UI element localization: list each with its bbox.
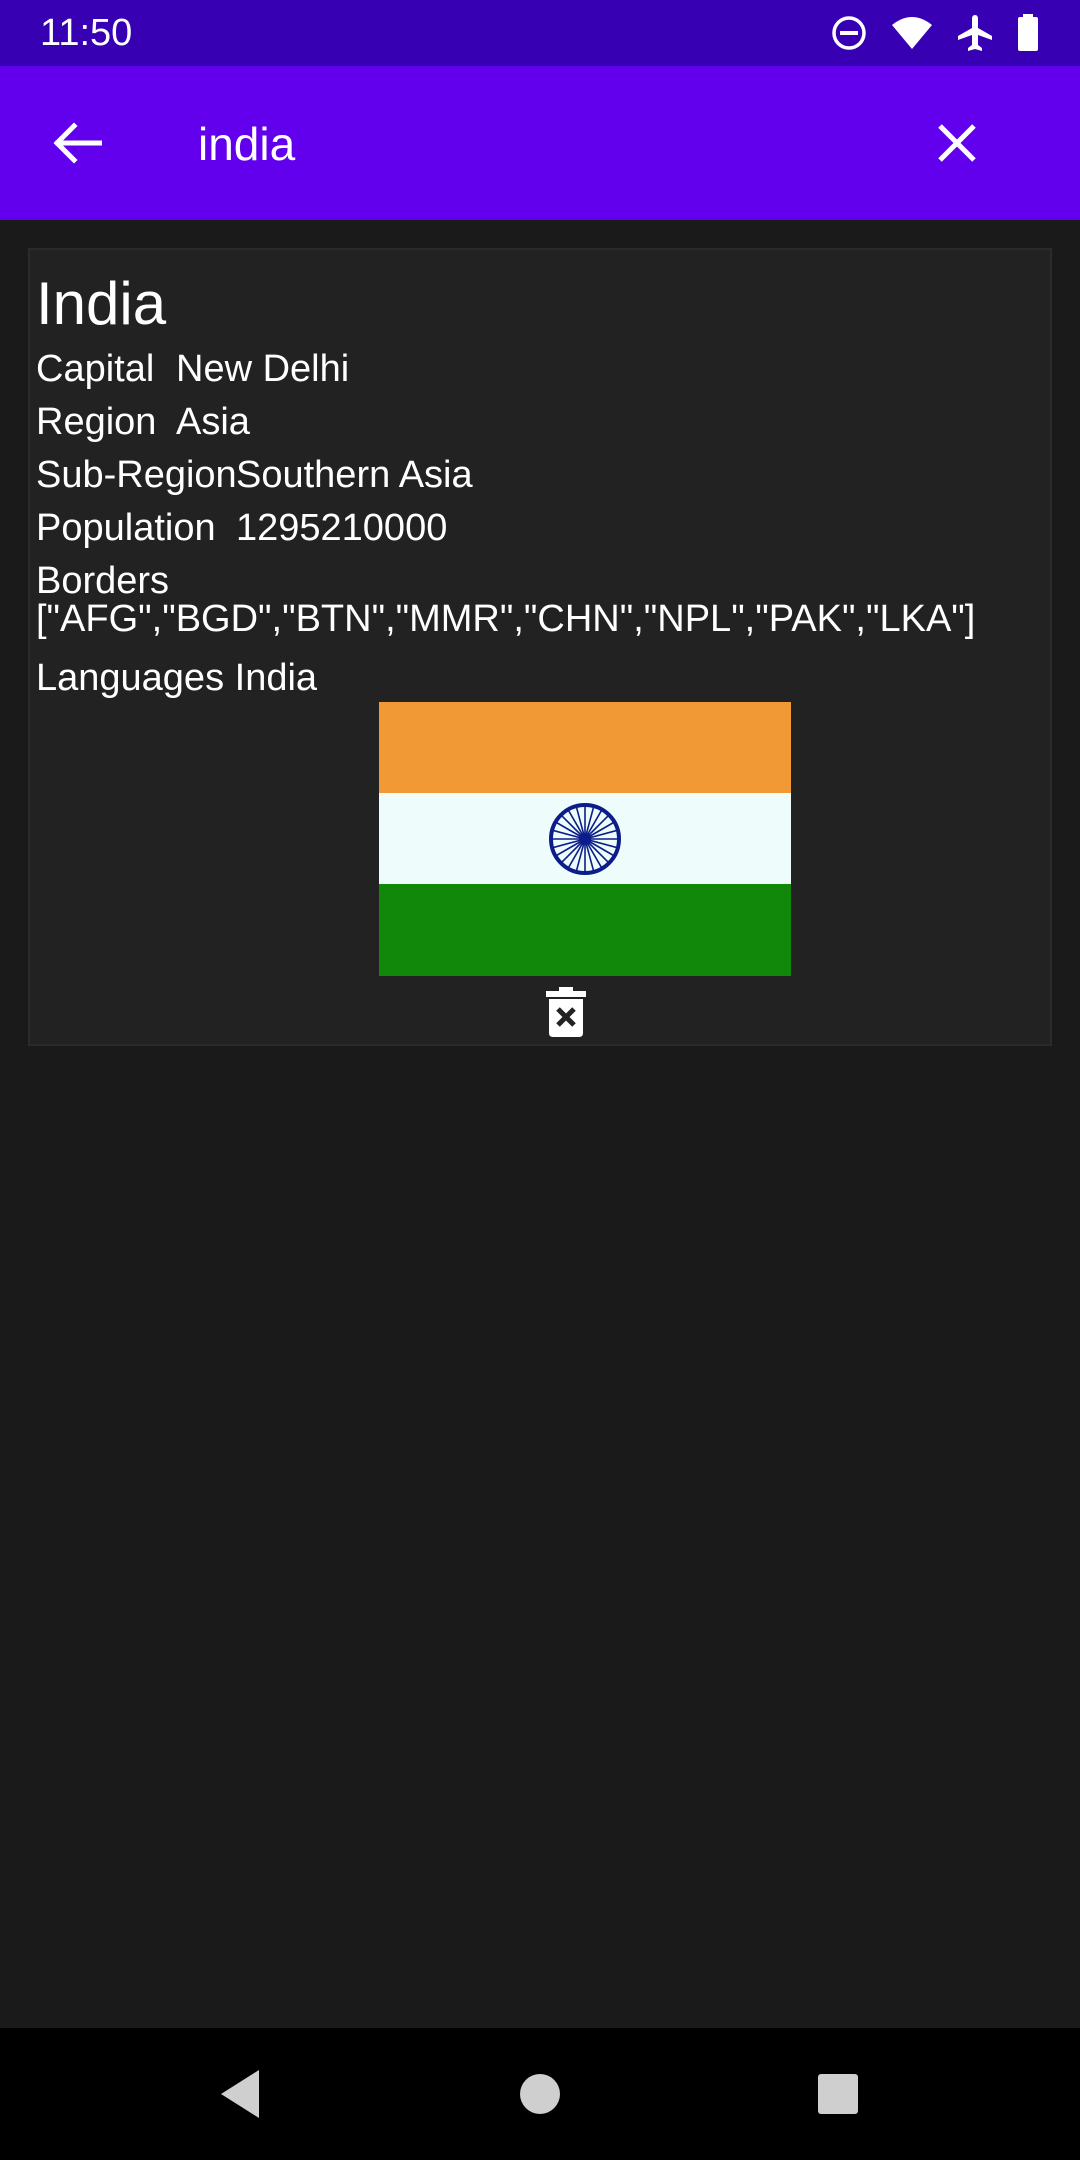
clear-search-button[interactable] [920, 106, 994, 180]
airplane-mode-icon [956, 13, 994, 53]
subregion-value: Southern Asia [236, 454, 473, 496]
nav-recents-icon [818, 2074, 858, 2114]
nav-home-button[interactable] [504, 2058, 576, 2130]
flag-bottom-band [379, 884, 791, 976]
back-button[interactable] [40, 106, 114, 180]
do-not-disturb-icon [830, 14, 868, 52]
nav-back-button[interactable] [204, 2058, 276, 2130]
nav-back-icon [221, 2070, 259, 2118]
languages-value: India [234, 657, 318, 699]
close-icon [938, 124, 976, 162]
languages-label: Languages [36, 657, 225, 699]
capital-row: Capital New Delhi [36, 346, 349, 392]
region-label: Region [36, 401, 157, 443]
region-value: Asia [176, 401, 250, 443]
status-time: 11:50 [40, 11, 133, 54]
country-card[interactable]: India Capital New Delhi Region Asia Sub-Re… [28, 248, 1052, 1046]
system-nav-bar [0, 2028, 1080, 2160]
nav-home-icon [520, 2074, 560, 2114]
population-label: Population [36, 507, 216, 549]
search-input[interactable] [198, 108, 878, 180]
status-bar: 11:50 [0, 0, 1080, 66]
nav-recents-button[interactable] [802, 2058, 874, 2130]
capital-value: New Delhi [176, 348, 350, 390]
india-flag-image [379, 702, 791, 976]
ashoka-chakra [549, 803, 621, 875]
borders-value: ["AFG","BGD","BTN","MMR","CHN","NPL","PA… [36, 598, 976, 640]
battery-icon [1016, 13, 1040, 53]
search-toolbar [0, 66, 1080, 220]
subregion-label: Sub-Region [36, 454, 237, 496]
wifi-icon [890, 15, 934, 51]
flag-top-band [379, 702, 791, 794]
languages-row: Languages India [36, 655, 317, 701]
delete-forever-icon [546, 987, 586, 1037]
population-row: Population 1295210000 [36, 505, 447, 551]
arrow-back-icon [53, 122, 102, 164]
capital-label: Capital [36, 348, 155, 390]
subregion-row: Sub-RegionSouthern Asia [36, 452, 473, 498]
region-row: Region Asia [36, 399, 250, 445]
delete-button[interactable] [538, 982, 594, 1042]
status-icons [830, 13, 1040, 53]
country-name: India [36, 270, 167, 337]
population-value: 1295210000 [236, 507, 448, 549]
